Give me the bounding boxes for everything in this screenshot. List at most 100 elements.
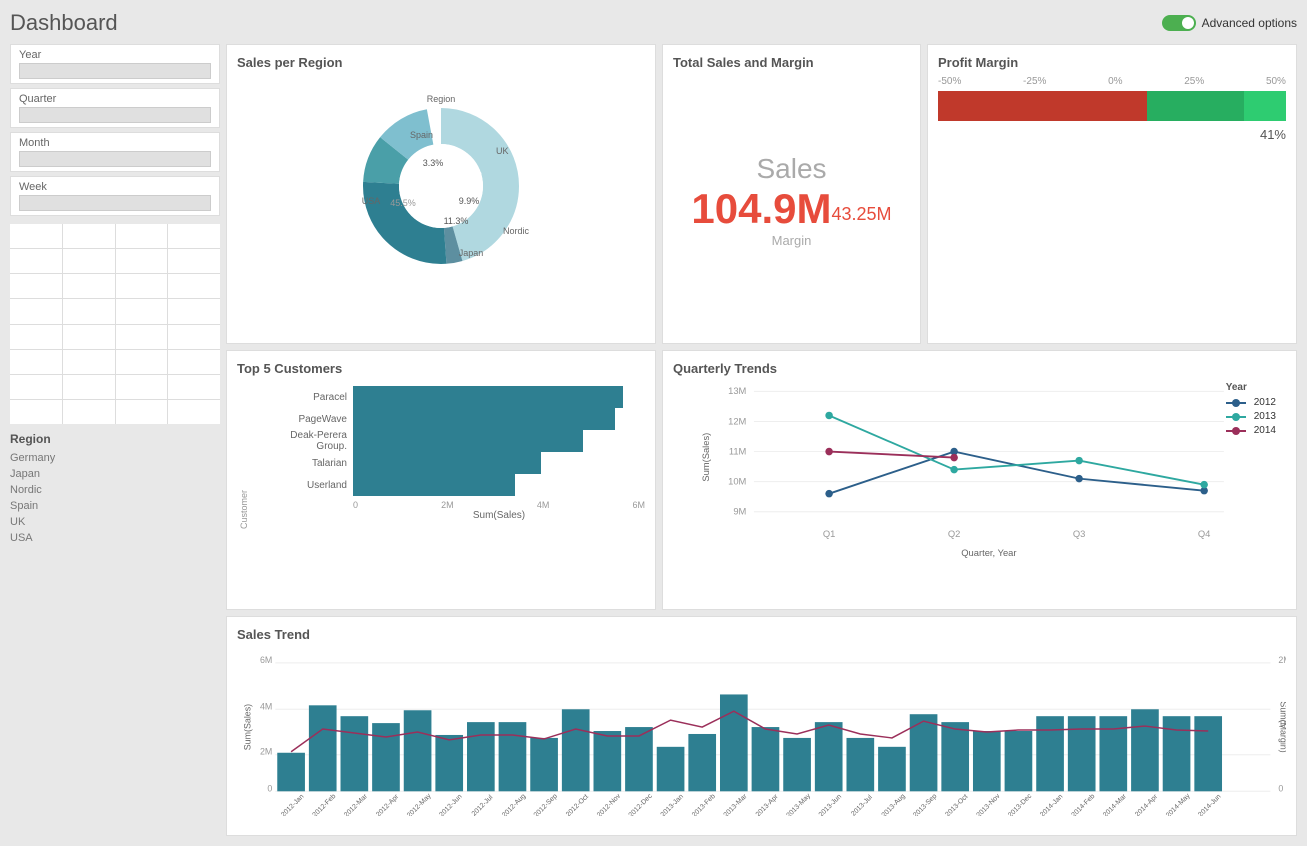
grid-cell [168,274,220,298]
bar-fill-talarian [353,452,541,474]
svg-text:2013-Oct: 2013-Oct [944,793,969,816]
svg-text:UK: UK [496,146,509,156]
grid-cell [168,325,220,349]
grid-cell [63,224,115,248]
svg-text:2M: 2M [260,747,272,757]
bar-axis: 0 2M 4M 6M [353,500,645,510]
advanced-options-control[interactable]: Advanced options [1162,15,1297,31]
grid-cell [10,274,62,298]
sales-trend-panel: Sales Trend 6M 4M 2M 0 Sum(Sales) 2M [226,616,1297,836]
svg-text:45.5%: 45.5% [390,198,416,208]
sales-trend-title: Sales Trend [237,627,1286,642]
grid-cell [63,325,115,349]
svg-text:2013-Jul: 2013-Jul [850,794,874,816]
region-item-japan[interactable]: Japan [10,466,220,482]
axis-tick-2m: 2M [441,500,454,510]
region-item-germany[interactable]: Germany [10,450,220,466]
filter-year-bar[interactable] [19,63,211,79]
svg-text:Sum(Sales): Sum(Sales) [700,433,711,482]
region-section-title: Region [10,432,220,446]
legend-title: Year [1226,382,1276,393]
grid-cell [168,249,220,273]
axis-tick-6m: 6M [632,500,645,510]
grid-cell [10,224,62,248]
svg-text:2014-Jan: 2014-Jan [1039,793,1064,816]
svg-text:2012-Jun: 2012-Jun [438,793,463,816]
svg-text:Japan: Japan [459,248,484,258]
svg-text:2012-Jan: 2012-Jan [280,793,305,816]
profit-bar-negative [938,91,1147,121]
legend-label-2013: 2013 [1254,411,1276,422]
sidebar: Year Quarter Month Week [10,44,220,836]
quarterly-trends-panel: Quarterly Trends Year 2012 [662,350,1297,610]
svg-text:2013-Jan: 2013-Jan [660,793,685,816]
top5-bars: Paracel PageWave Deak-Perera Group. [237,386,645,594]
grid-cell [116,299,168,323]
grid-cell [116,400,168,424]
grid-cell [10,249,62,273]
svg-text:11M: 11M [729,445,747,456]
dot-2013-q1 [825,412,833,420]
region-item-spain[interactable]: Spain [10,498,220,514]
svg-text:2014-Jun: 2014-Jun [1197,793,1222,816]
axis-label-50: 50% [1266,76,1286,87]
filter-quarter[interactable]: Quarter [10,88,220,128]
profit-axis: -50% -25% 0% 25% 50% [938,76,1286,87]
svg-text:USA: USA [362,196,381,206]
filter-quarter-bar[interactable] [19,107,211,123]
filter-week-label: Week [19,181,211,193]
svg-text:2013-Jun: 2013-Jun [818,793,843,816]
profit-bar-extra [1244,91,1286,121]
dashboard-page: Dashboard Advanced options Year Quarter … [0,0,1307,846]
svg-text:0: 0 [1278,783,1283,793]
advanced-options-label: Advanced options [1202,16,1297,30]
svg-text:2014-May: 2014-May [1165,792,1192,816]
axis-label-0: 0% [1108,76,1122,87]
legend-2014: 2014 [1226,425,1276,436]
top5-chart-area: Customer Paracel PageWave Deak [237,386,645,594]
legend-2013: 2013 [1226,411,1276,422]
bar-row-talarian: Talarian [257,452,645,474]
bottom-row: Sales Trend 6M 4M 2M 0 Sum(Sales) 2M [226,616,1297,836]
svg-text:2013-Dec: 2013-Dec [1007,792,1034,816]
svg-text:4M: 4M [260,701,272,711]
bar-label-pagewave: PageWave [257,414,347,425]
bar-row-userland: Userland [257,474,645,496]
dot-2014-q1 [825,448,833,456]
main-layout: Year Quarter Month Week [10,44,1297,836]
bar-row-paracel: Paracel [257,386,645,408]
filter-week[interactable]: Week [10,176,220,216]
dot-2012-q3 [1075,475,1083,483]
filter-month-bar[interactable] [19,151,211,167]
trend-chart: 6M 4M 2M 0 Sum(Sales) 2M 1M 0 Sum(Margin… [237,648,1286,816]
svg-text:2014-Mar: 2014-Mar [1102,792,1128,816]
region-item-nordic[interactable]: Nordic [10,482,220,498]
svg-text:0: 0 [267,783,272,793]
svg-text:2014-Apr: 2014-Apr [1134,793,1160,816]
filter-month[interactable]: Month [10,132,220,172]
region-item-uk[interactable]: UK [10,514,220,530]
quarterly-title: Quarterly Trends [673,361,1286,376]
bar-label-deakperera: Deak-Perera Group. [257,430,347,452]
region-item-usa[interactable]: USA [10,530,220,546]
filter-year[interactable]: Year [10,44,220,84]
advanced-options-toggle[interactable] [1162,15,1196,31]
legend-line-2013 [1226,416,1246,418]
svg-text:Region: Region [427,94,456,104]
top-row: Sales per Region [226,44,1297,344]
donut-chart-container: Region Spain UK 45.5% 3.3% 26.9% 9.9% 11… [237,76,645,296]
header: Dashboard Advanced options [10,10,1297,36]
svg-text:2012-May: 2012-May [406,792,433,816]
legend-label-2012: 2012 [1254,397,1276,408]
filter-week-bar[interactable] [19,195,211,211]
grid-cell [116,274,168,298]
bar-label-paracel: Paracel [257,392,347,403]
svg-text:2012-Sep: 2012-Sep [533,793,559,816]
margin-label: Margin [772,233,812,248]
svg-text:Sum(Margin): Sum(Margin) [1278,701,1286,752]
profit-percent: 41% [938,127,1286,142]
svg-text:2013-Apr: 2013-Apr [755,793,781,816]
legend-dot-2014 [1232,427,1240,435]
svg-text:Spain: Spain [410,130,433,140]
svg-text:2012-Apr: 2012-Apr [375,793,401,816]
